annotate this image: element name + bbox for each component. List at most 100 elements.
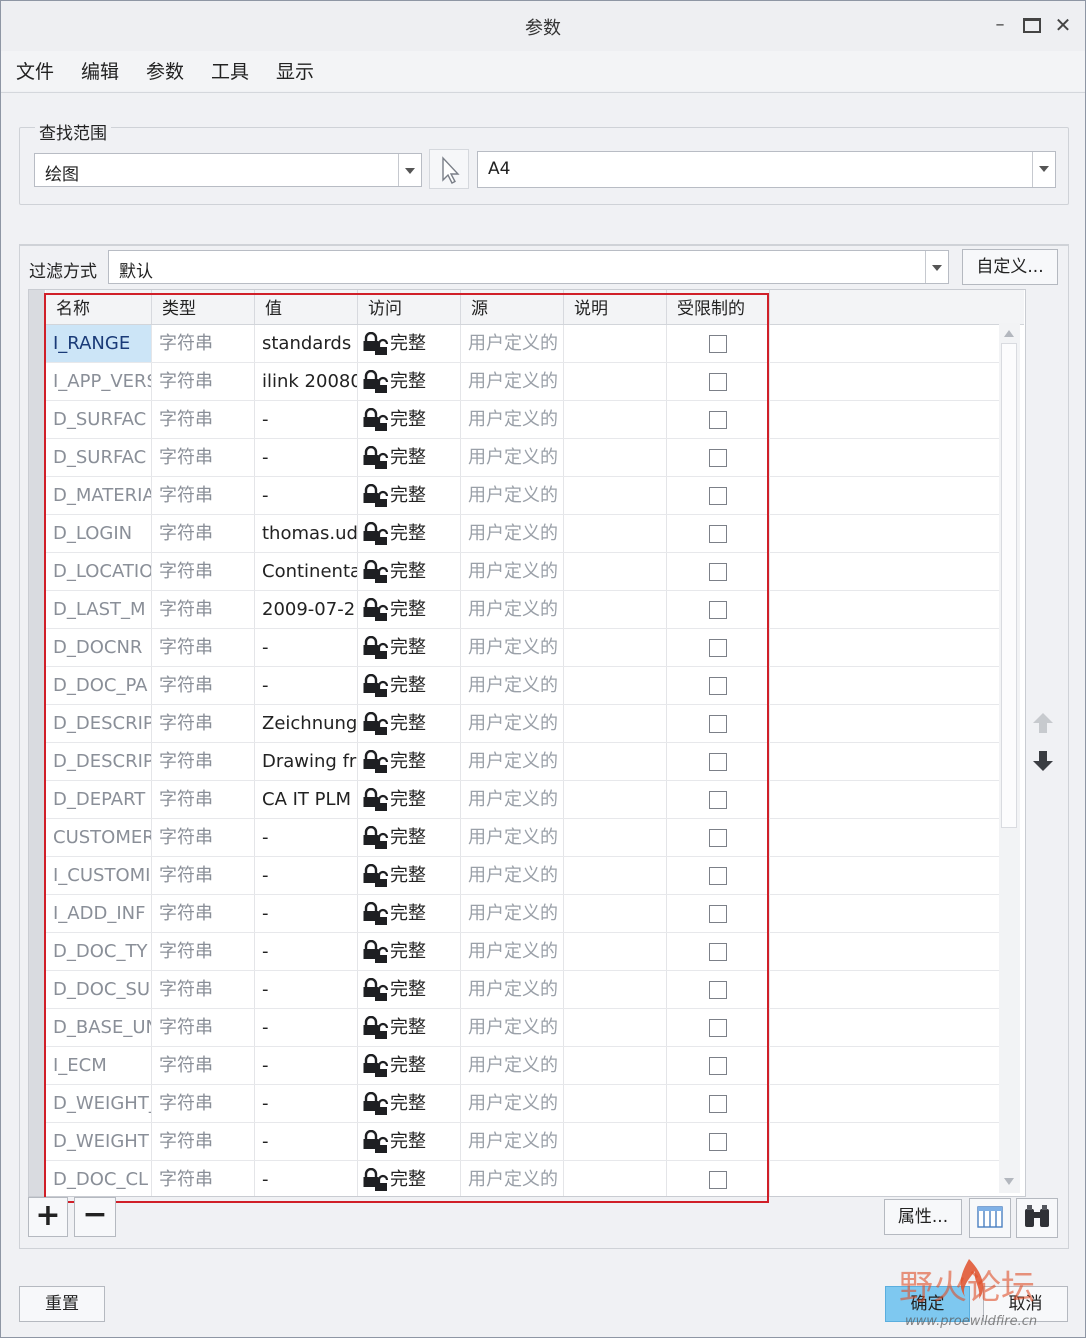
cell-restricted[interactable] [667,971,770,1008]
table-row[interactable]: I_APP_VERS 字符串 ilink 20080 完整 用户定义的 [46,363,1001,401]
cell-restricted[interactable] [667,743,770,780]
table-row[interactable]: D_DOCNR 字符串 - 完整 用户定义的 [46,629,1001,667]
cell-source[interactable]: 用户定义的 [461,515,564,552]
restricted-checkbox[interactable] [709,1095,727,1113]
cell-source[interactable]: 用户定义的 [461,895,564,932]
move-up-icon[interactable] [1031,711,1055,735]
cell-access[interactable]: 完整 [358,1085,461,1122]
cell-desc[interactable] [564,1085,667,1122]
cell-type[interactable]: 字符串 [152,1085,255,1122]
cell-restricted[interactable] [667,477,770,514]
cell-source[interactable]: 用户定义的 [461,743,564,780]
cell-type[interactable]: 字符串 [152,515,255,552]
cell-value[interactable]: - [255,439,358,476]
restricted-checkbox[interactable] [709,373,727,391]
filter-dropdown[interactable]: 默认 [108,250,949,284]
cell-name[interactable]: I_ADD_INF [46,895,152,932]
cell-value[interactable]: - [255,477,358,514]
cell-name[interactable]: I_APP_VERS [46,363,152,400]
cell-value[interactable]: Zeichnung [255,705,358,742]
table-row[interactable]: D_BASE_UN 字符串 - 完整 用户定义的 [46,1009,1001,1047]
cell-access[interactable]: 完整 [358,325,461,362]
cell-restricted[interactable] [667,363,770,400]
restricted-checkbox[interactable] [709,411,727,429]
cell-access[interactable]: 完整 [358,933,461,970]
cell-desc[interactable] [564,1047,667,1084]
cell-restricted[interactable] [667,781,770,818]
maximize-icon[interactable] [1018,11,1046,39]
table-row[interactable]: D_LOGIN 字符串 thomas.ud 完整 用户定义的 [46,515,1001,553]
cell-source[interactable]: 用户定义的 [461,629,564,666]
cell-name[interactable]: D_LOCATIO [46,553,152,590]
cell-value[interactable]: 2009-07-2 [255,591,358,628]
table-row[interactable]: D_DEPART 字符串 CA IT PLM 完整 用户定义的 [46,781,1001,819]
restricted-checkbox[interactable] [709,791,727,809]
cell-name[interactable]: D_DOC_CL [46,1161,152,1196]
cell-value[interactable]: - [255,401,358,438]
cell-desc[interactable] [564,1123,667,1160]
cell-name[interactable]: D_DESCRIP [46,705,152,742]
cell-name[interactable]: D_LAST_M [46,591,152,628]
cell-restricted[interactable] [667,933,770,970]
chevron-down-icon[interactable] [398,154,421,186]
cell-access[interactable]: 完整 [358,515,461,552]
cell-type[interactable]: 字符串 [152,439,255,476]
cell-type[interactable]: 字符串 [152,1161,255,1196]
restricted-checkbox[interactable] [709,601,727,619]
cell-restricted[interactable] [667,439,770,476]
cell-type[interactable]: 字符串 [152,1047,255,1084]
cell-access[interactable]: 完整 [358,895,461,932]
cell-name[interactable]: D_LOGIN [46,515,152,552]
cell-source[interactable]: 用户定义的 [461,1161,564,1196]
cell-desc[interactable] [564,629,667,666]
cell-access[interactable]: 完整 [358,553,461,590]
cell-access[interactable]: 完整 [358,1161,461,1196]
cell-type[interactable]: 字符串 [152,971,255,1008]
cell-value[interactable]: - [255,971,358,1008]
table-row[interactable]: D_DESCRIP 字符串 Drawing fr 完整 用户定义的 [46,743,1001,781]
column-header-access[interactable]: 访问 [358,290,461,324]
cell-name[interactable]: CUSTOMER [46,819,152,856]
scrollbar-thumb[interactable] [1001,343,1017,828]
move-down-icon[interactable] [1031,749,1055,773]
table-row[interactable]: D_DESCRIP 字符串 Zeichnung 完整 用户定义的 [46,705,1001,743]
cell-desc[interactable] [564,705,667,742]
cell-restricted[interactable] [667,705,770,742]
cell-restricted[interactable] [667,819,770,856]
cell-source[interactable]: 用户定义的 [461,363,564,400]
cell-restricted[interactable] [667,1161,770,1196]
cell-desc[interactable] [564,401,667,438]
table-row[interactable]: I_RANGE 字符串 standards 完整 用户定义的 [46,325,1001,363]
cell-restricted[interactable] [667,325,770,362]
cell-desc[interactable] [564,363,667,400]
add-parameter-button[interactable]: + [28,1197,68,1237]
cell-source[interactable]: 用户定义的 [461,667,564,704]
cell-access[interactable]: 完整 [358,401,461,438]
cell-value[interactable]: - [255,1085,358,1122]
cell-access[interactable]: 完整 [358,363,461,400]
scroll-up-icon[interactable] [1004,330,1014,337]
cell-access[interactable]: 完整 [358,667,461,704]
cell-desc[interactable] [564,857,667,894]
chevron-down-icon[interactable] [925,251,948,283]
cell-restricted[interactable] [667,857,770,894]
menu-parameters[interactable]: 参数 [146,57,184,84]
cell-access[interactable]: 完整 [358,1009,461,1046]
cell-source[interactable]: 用户定义的 [461,933,564,970]
column-header-source[interactable]: 源 [461,290,564,324]
table-scrollbar[interactable] [999,323,1020,1193]
cell-value[interactable]: - [255,895,358,932]
cell-type[interactable]: 字符串 [152,629,255,666]
cell-value[interactable]: - [255,1047,358,1084]
cell-name[interactable]: D_BASE_UN [46,1009,152,1046]
cell-source[interactable]: 用户定义的 [461,819,564,856]
cell-type[interactable]: 字符串 [152,857,255,894]
cell-source[interactable]: 用户定义的 [461,1009,564,1046]
cell-value[interactable]: - [255,1123,358,1160]
menu-edit[interactable]: 编辑 [81,57,119,84]
restricted-checkbox[interactable] [709,943,727,961]
cell-type[interactable]: 字符串 [152,1123,255,1160]
scope-dropdown[interactable]: 绘图 [34,153,422,187]
cell-desc[interactable] [564,1009,667,1046]
column-header-value[interactable]: 值 [255,290,358,324]
